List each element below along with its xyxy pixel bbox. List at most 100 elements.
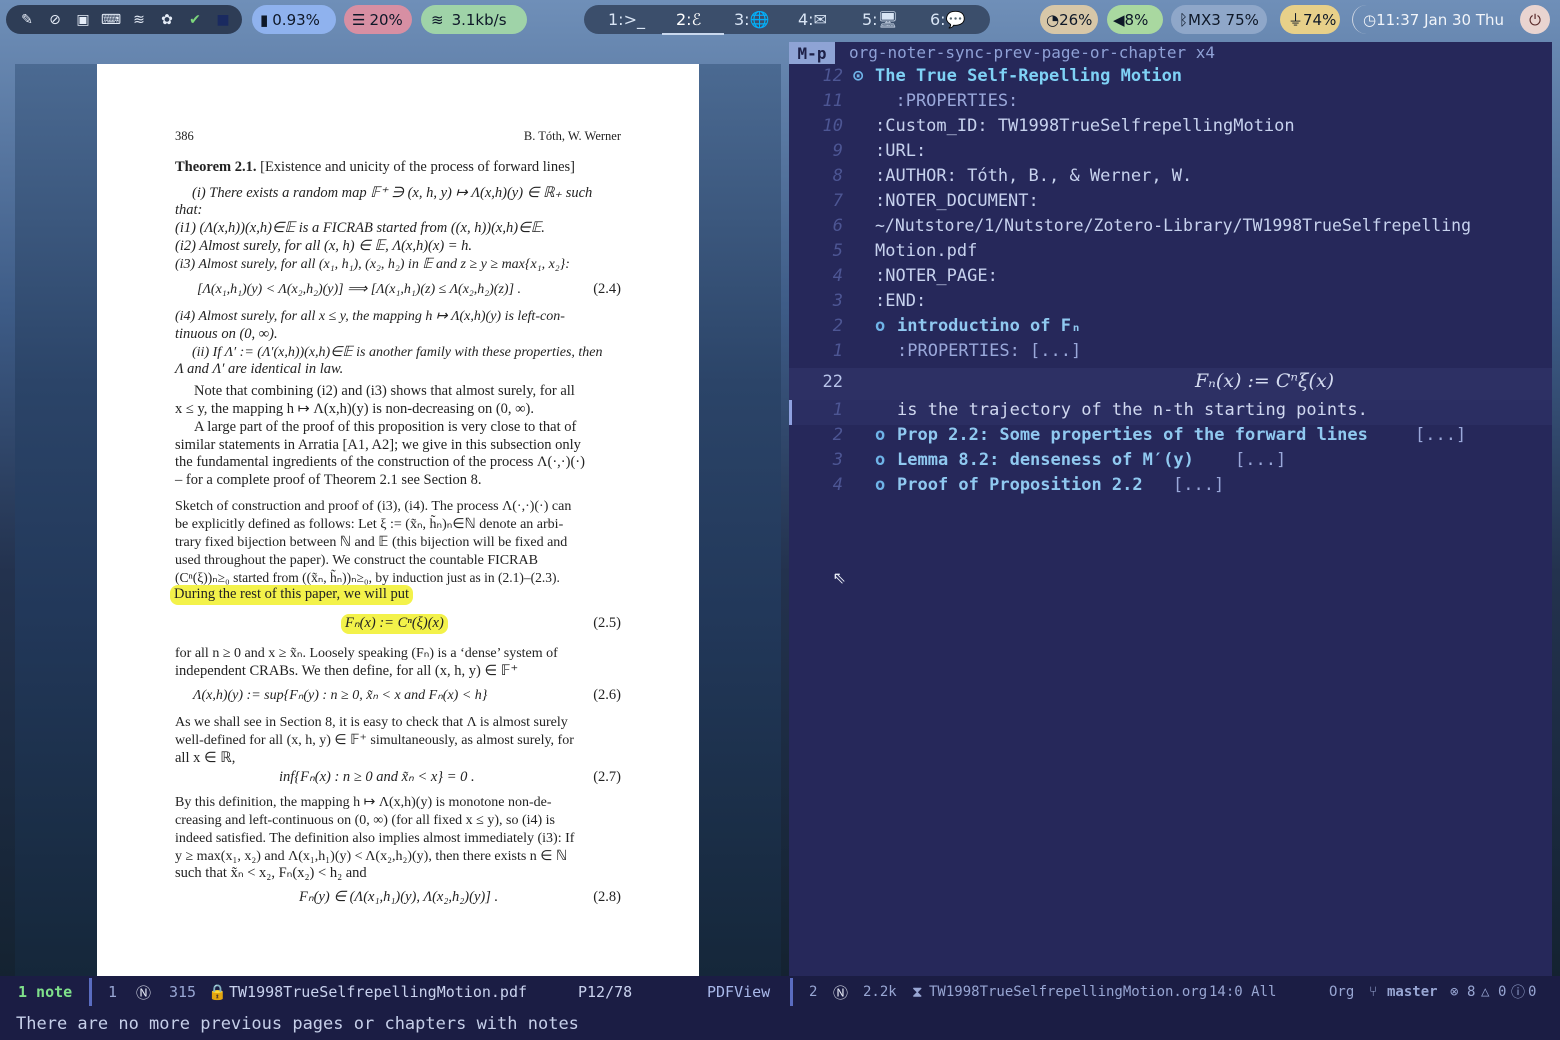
org-line[interactable]: 1:PROPERTIES: [...] <box>789 341 1552 366</box>
workspace-3[interactable]: 3: 🌐 <box>734 5 770 34</box>
line-number: 3 <box>832 291 843 311</box>
clock[interactable]: ◷ 11:37 Jan 30 Thu <box>1352 5 1514 34</box>
theorem-i-line1: (i) There exists a random map 𝔽⁺ ∋ (x, h… <box>192 185 593 201</box>
line-number: 3 <box>832 450 843 470</box>
line-text: :NOTER_PAGE: <box>875 266 998 286</box>
memory-icon: ☰ <box>352 10 366 29</box>
theorem-heading: Theorem 2.1. [Existence and unicity of t… <box>175 159 621 177</box>
theorem-name: [Existence and unicity of the process of… <box>260 159 575 175</box>
workspace-1[interactable]: 1: >_ <box>608 5 645 34</box>
git-branch-icon: ⑂ <box>1369 984 1378 1000</box>
clock-icon: ◷ <box>1363 10 1377 29</box>
org-line[interactable]: 10:Custom_ID: TW1998TrueSelfrepellingMot… <box>789 116 1552 141</box>
org-file-name[interactable]: TW1998TrueSelfrepellingMotion.org <box>929 976 1207 1008</box>
equation-number-2-6: (2.6) <box>593 687 621 703</box>
org-line[interactable]: 7:NOTER_DOCUMENT: <box>789 191 1552 216</box>
major-mode-org[interactable]: Org <box>1329 976 1354 1008</box>
org-line[interactable]: 2 o introductino of Fₙ <box>789 316 1552 341</box>
para1-line2: x ≤ y, the mapping h ↦ Λ(x,h)(y) is non-… <box>175 401 534 417</box>
terminal-icon: >_ <box>623 10 645 29</box>
info-icon: ⓘ <box>1511 985 1525 1001</box>
check-icon[interactable]: ✔ <box>184 9 206 31</box>
org-line[interactable]: 3 o Lemma 8.2: denseness of M′(y) [...] <box>789 450 1552 475</box>
bluetooth-value: MX3 75% <box>1188 10 1259 29</box>
equation-2-5[interactable]: Fₙ(x) := Cⁿ(ξ)(x) <box>341 614 448 634</box>
memory-indicator[interactable]: ☰ 20% <box>344 5 412 34</box>
equation-2-8: Fₙ(y) ∈ (Λ(x₁,h₁)(y), Λ(x₂,h₂)(y)] . <box>299 889 499 905</box>
error-count[interactable]: 8 <box>1467 976 1475 1008</box>
fold-ellipsis[interactable]: [...] <box>1415 425 1466 445</box>
theorem-i3: (i3) Almost surely, for all (x₁, h₁), (x… <box>175 257 570 272</box>
subheading-bullet-icon: o <box>875 316 886 336</box>
network-indicator[interactable]: ≋ 3.1kb/s <box>421 5 527 34</box>
buffer-state-icon: Ⓝ <box>833 983 849 1002</box>
line-text: :NOTER_DOCUMENT: <box>875 191 1039 211</box>
theorem-i1: (i1) (Λ(x,h))(x,h)∈𝔼 is a FICRAB started… <box>175 220 545 236</box>
power-value: 74% <box>1303 10 1337 29</box>
pdf-file-name[interactable]: TW1998TrueSelfrepellingMotion.pdf <box>229 976 527 1008</box>
pdf-page[interactable]: 386 B. Tóth, W. Werner Theorem 2.1. [Exi… <box>97 64 699 976</box>
line-text: is the trajectory of the n-th starting p… <box>897 400 1368 420</box>
org-line[interactable]: 4:NOTER_PAGE: <box>789 266 1552 291</box>
pencil-icon[interactable]: ✎ <box>16 9 38 31</box>
power-indicator[interactable]: ⏚ 74% <box>1280 5 1340 34</box>
bluetooth-indicator[interactable]: ᛒ MX3 75% <box>1171 5 1267 34</box>
highlight-annotation[interactable]: During the rest of this paper, we will p… <box>170 585 413 605</box>
line-number: 4 <box>832 475 843 495</box>
warning-count[interactable]: 0 <box>1498 976 1506 1008</box>
equation-2-4: [Λ(x₁,h₁)(y) < Λ(x₂,h₂)(y)] ⟹ [Λ(x₁,h₁)(… <box>197 282 522 297</box>
palette-icon[interactable]: ✿ <box>156 9 178 31</box>
org-line[interactable]: 12 ⊙ The True Self-Repelling Motion <box>789 66 1552 91</box>
para1-line5: the fundamental ingredients of the const… <box>175 454 585 470</box>
fold-ellipsis[interactable]: [...] <box>1235 450 1286 470</box>
plug-icon: ⏚ <box>1288 11 1304 29</box>
image-icon[interactable]: ▣ <box>72 9 94 31</box>
para5-line3: indeed satisfied. The definition also im… <box>175 831 575 846</box>
org-line[interactable]: 3:END: <box>789 291 1552 316</box>
org-line-current[interactable]: 22 Fₙ(x) := Cⁿξ(x) <box>789 368 1552 400</box>
mouse-pointer-icon: ⇖ <box>833 564 847 589</box>
para2-line5: (Cⁿ(ξ))ₙ≥₀ started from ((x̃ₙ, h̃ₙ))ₙ≥₀,… <box>175 570 560 585</box>
battery-indicator[interactable]: ◔ 26% <box>1040 5 1098 34</box>
line-number: 2 <box>832 425 843 445</box>
eye-off-icon[interactable]: ⊘ <box>44 9 66 31</box>
warning-icon: △ <box>1481 984 1490 1000</box>
monitor-icon: 🖥 <box>877 10 898 29</box>
cpu-indicator[interactable]: ▮ 0.93% <box>252 5 336 34</box>
equation-number-2-7: (2.7) <box>593 769 621 785</box>
equation-number-2-5: (2.5) <box>593 615 621 631</box>
modeline-separator <box>790 978 793 1006</box>
heading-title: Proof of Proposition 2.2 <box>897 475 1143 495</box>
echo-area: There are no more previous pages or chap… <box>0 1008 1560 1040</box>
workspace-6[interactable]: 6: 💬 <box>930 5 966 34</box>
org-line[interactable]: 9:URL: <box>789 141 1552 166</box>
error-icon: ⊗ <box>1450 984 1459 1000</box>
org-line[interactable]: 6 ~/Nutstore/1/Nutstore/Zotero-Library/TW… <box>789 216 1552 241</box>
workspace-5[interactable]: 5: 🖥 <box>862 5 898 34</box>
para5-line4: y ≥ max(x₁, x₂) and Λ(x₁,h₁)(y) < Λ(x₂,h… <box>175 849 568 864</box>
org-buffer-pane[interactable]: M-p org-noter-sync-prev-page-or-chapter … <box>789 42 1552 976</box>
keyboard-icon[interactable]: ⌨ <box>100 9 122 31</box>
wifi-icon[interactable]: ≋ <box>128 9 150 31</box>
line-text: Motion.pdf <box>875 241 978 261</box>
org-line[interactable]: 1 is the trajectory of the n-th starting … <box>789 400 1552 425</box>
line-number: 9 <box>832 141 843 161</box>
power-button[interactable]: ⏻ <box>1520 5 1550 34</box>
org-line[interactable]: 5 Motion.pdf <box>789 241 1552 266</box>
keystroke-header: M-p org-noter-sync-prev-page-or-chapter … <box>789 42 1552 64</box>
volume-indicator[interactable]: ◀ 8% <box>1107 5 1163 34</box>
buffer-size: 315 <box>169 983 197 1001</box>
org-line[interactable]: 2 o Prop 2.2: Some properties of the forwa… <box>789 425 1552 450</box>
git-branch[interactable]: master <box>1387 976 1438 1008</box>
major-mode-pdfview[interactable]: PDFView <box>707 976 770 1008</box>
heading-title: The True Self-Repelling Motion <box>875 66 1183 86</box>
top-panel: ✎ ⊘ ▣ ⌨ ≋ ✿ ✔ ■ ▮ 0.93% ☰ 20% ≋ 3.1kb/s … <box>0 0 1560 40</box>
org-line[interactable]: 8:AUTHOR: Tóth, B., & Werner, W. <box>789 166 1552 191</box>
workspace-2[interactable]: 2: ℰ <box>676 5 701 34</box>
org-line[interactable]: 11 :PROPERTIES: <box>789 91 1552 116</box>
org-line[interactable]: 4 o Proof of Proposition 2.2 [...] <box>789 475 1552 500</box>
fold-ellipsis[interactable]: [...] <box>1173 475 1224 495</box>
app-square-icon[interactable]: ■ <box>212 9 234 31</box>
workspace-4[interactable]: 4: ✉ <box>798 5 827 34</box>
info-count[interactable]: 0 <box>1528 976 1536 1008</box>
